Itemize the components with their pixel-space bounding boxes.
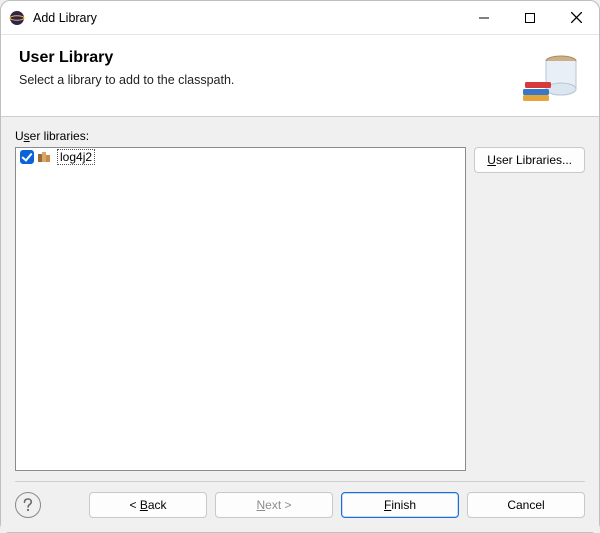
- user-libraries-list[interactable]: log4j2: [15, 147, 466, 471]
- user-libraries-button[interactable]: User Libraries...: [474, 147, 585, 173]
- user-libraries-label: User libraries:: [15, 129, 585, 143]
- next-button: Next >: [215, 492, 333, 518]
- library-checkbox[interactable]: [20, 150, 34, 164]
- eclipse-icon: [9, 10, 25, 26]
- books-icon: [38, 151, 54, 163]
- window-controls: [461, 1, 599, 34]
- button-bar: < Back Next > Finish Cancel: [1, 482, 599, 532]
- close-button[interactable]: [553, 1, 599, 34]
- cancel-button[interactable]: Cancel: [467, 492, 585, 518]
- title-bar: Add Library: [1, 1, 599, 35]
- back-button[interactable]: < Back: [89, 492, 207, 518]
- finish-button[interactable]: Finish: [341, 492, 459, 518]
- library-jar-icon: [521, 49, 581, 104]
- window-title: Add Library: [33, 11, 461, 25]
- wizard-header: User Library Select a library to add to …: [1, 35, 599, 117]
- page-description: Select a library to add to the classpath…: [19, 73, 521, 87]
- library-name: log4j2: [58, 150, 94, 164]
- minimize-button[interactable]: [461, 1, 507, 34]
- list-item[interactable]: log4j2: [16, 148, 465, 166]
- maximize-button[interactable]: [507, 1, 553, 34]
- help-button[interactable]: [15, 492, 41, 518]
- page-title: User Library: [19, 49, 521, 67]
- content-area: User libraries: log4j2 User Libraries...: [1, 117, 599, 482]
